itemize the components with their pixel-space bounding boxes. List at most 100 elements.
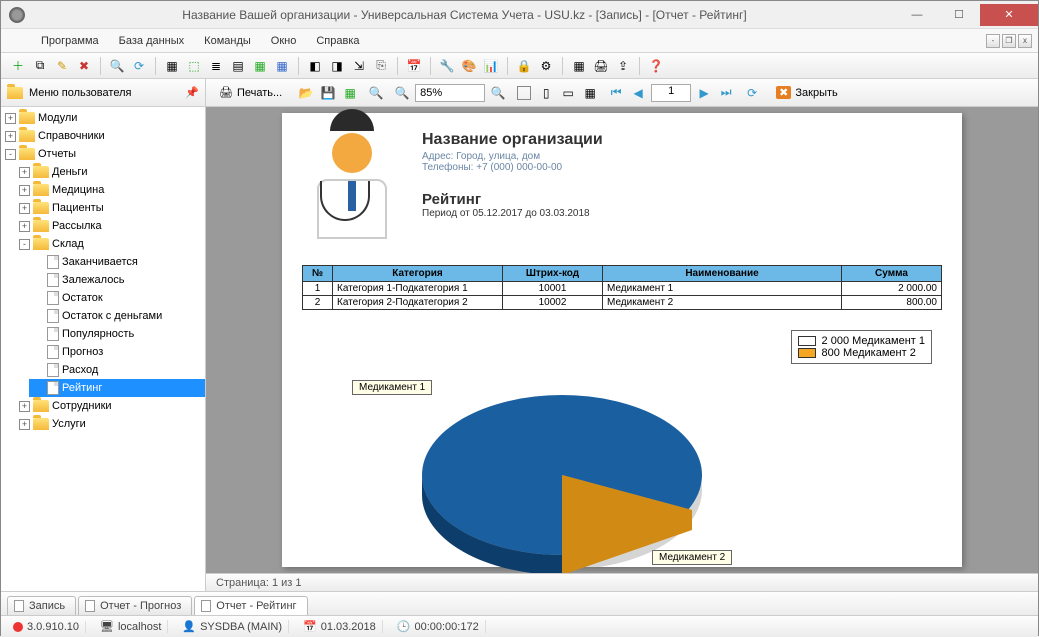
help-icon[interactable]: ❓ [647,57,665,75]
gear-icon[interactable]: ⚙ [537,57,555,75]
tree-money[interactable]: +Деньги [15,163,205,181]
zoom-in-icon[interactable]: 🔍 [393,84,411,102]
last-page-icon[interactable]: ⏭ [717,84,735,102]
table-header-row: № Категория Штрих-код Наименование Сумма [303,266,942,282]
find-icon[interactable]: 🔍 [367,84,385,102]
next-page-icon[interactable]: ▶ [695,84,713,102]
org-phones: Телефоны: +7 (000) 000-00-00 [422,162,603,173]
menu-commands[interactable]: Команды [194,31,261,51]
layout4-icon[interactable]: ▦ [581,84,599,102]
menu-help[interactable]: Справка [306,31,369,51]
tree-employees[interactable]: +Сотрудники [15,397,205,415]
export-icon[interactable]: ⇪ [614,57,632,75]
lock-icon[interactable]: 🔒 [515,57,533,75]
mdi-minimize-icon[interactable]: - [986,34,1000,48]
tool4-icon[interactable]: ▤ [229,57,247,75]
title-bar: Название Вашей организации - Универсальн… [1,1,1038,29]
tool7-icon[interactable]: ⇲ [350,57,368,75]
tool6-icon[interactable]: ◨ [328,57,346,75]
tree-medicine[interactable]: +Медицина [15,181,205,199]
tree-directories[interactable]: +Справочники [1,127,205,145]
col-barcode: Штрих-код [503,266,603,282]
tree-modules[interactable]: +Модули [1,109,205,127]
tree-rating[interactable]: Рейтинг [29,379,205,397]
tree-expense[interactable]: Расход [29,361,205,379]
tree-stale[interactable]: Залежалось [29,271,205,289]
status-user: 👤SYSDBA (MAIN) [176,620,289,633]
tree-services[interactable]: +Услуги [15,415,205,433]
export-word-icon[interactable]: ▦ [273,57,291,75]
layout2-icon[interactable]: ▯ [537,84,555,102]
close-report-button[interactable]: ✖Закрыть [769,83,845,102]
tool5-icon[interactable]: ◧ [306,57,324,75]
tree-warehouse[interactable]: -Склад [15,235,205,253]
zoom-out-icon[interactable]: 🔍 [489,84,507,102]
chart-legend: 2 000 Медикамент 1 800 Медикамент 2 [791,330,932,364]
maximize-button[interactable]: ☐ [938,4,980,26]
tree-remainder-money[interactable]: Остаток с деньгами [29,307,205,325]
delete-icon[interactable]: ✖ [75,57,93,75]
layout1-icon[interactable] [515,84,533,102]
tool1-icon[interactable]: ▦ [163,57,181,75]
app-icon [9,7,25,23]
tab-forecast[interactable]: Отчет - Прогноз [78,596,192,615]
chart-icon[interactable]: 📊 [482,57,500,75]
zoom-field[interactable]: 85% [415,84,485,102]
user-icon: 👤 [182,620,196,633]
grid-icon[interactable]: ▦ [570,57,588,75]
pin-icon[interactable]: 📌 [185,86,199,99]
tree-patients[interactable]: +Пациенты [15,199,205,217]
menu-database[interactable]: База данных [109,31,195,51]
open-icon[interactable]: 📂 [297,84,315,102]
palette-icon[interactable]: 🎨 [460,57,478,75]
nav-tree: +Модули +Справочники -Отчеты +Деньги +Ме… [1,107,205,591]
search-icon[interactable]: 🔍 [108,57,126,75]
calendar-icon[interactable]: 📅 [405,57,423,75]
tree-mailing[interactable]: +Рассылка [15,217,205,235]
close-button[interactable]: ✕ [980,4,1038,26]
export-xls-icon[interactable]: ▦ [341,84,359,102]
copy-icon[interactable]: ⧉ [31,57,49,75]
minimize-button[interactable]: — [896,4,938,26]
table-row: 1 Категория 1-Подкатегория 1 10001 Медик… [303,282,942,296]
save-icon[interactable]: 💾 [319,84,337,102]
settings-icon[interactable]: 🔧 [438,57,456,75]
refresh-icon[interactable]: ⟳ [130,57,148,75]
tool8-icon[interactable]: ⎘ [372,57,390,75]
window-title: Название Вашей организации - Универсальн… [33,8,896,22]
first-page-icon[interactable]: ⏮ [607,84,625,102]
refresh-report-icon[interactable]: ⟳ [743,84,761,102]
col-no: № [303,266,333,282]
pie-svg [412,370,712,573]
print-icon[interactable]: 🖨 [592,57,610,75]
legend-swatch [798,336,816,346]
status-dot-icon [13,622,23,632]
mdi-restore-icon[interactable]: ❐ [1002,34,1016,48]
tree-reports[interactable]: -Отчеты [1,145,205,163]
tab-rating[interactable]: Отчет - Рейтинг [194,596,307,615]
col-name: Наименование [603,266,842,282]
tree-ending[interactable]: Заканчивается [29,253,205,271]
legend-swatch [798,348,816,358]
report-title: Рейтинг [422,191,603,208]
export-excel-icon[interactable]: ▦ [251,57,269,75]
layout3-icon[interactable]: ▭ [559,84,577,102]
report-page: Название организации Адрес: Город, улица… [282,113,962,567]
print-button[interactable]: 🖨Печать... [212,83,289,102]
prev-page-icon[interactable]: ◀ [629,84,647,102]
menu-window[interactable]: Окно [261,31,307,51]
tree-remainder[interactable]: Остаток [29,289,205,307]
menu-program[interactable]: Программа [31,31,109,51]
mdi-close-icon[interactable]: x [1018,34,1032,48]
page-field[interactable]: 1 [651,84,691,102]
report-viewport[interactable]: Название организации Адрес: Город, улица… [206,107,1038,573]
tool3-icon[interactable]: ≣ [207,57,225,75]
edit-icon[interactable]: ✎ [53,57,71,75]
add-icon[interactable]: ＋ [9,57,27,75]
sidebar-title: Меню пользователя [29,87,131,99]
tree-popularity[interactable]: Популярность [29,325,205,343]
tool2-icon[interactable]: ⬚ [185,57,203,75]
tree-forecast[interactable]: Прогноз [29,343,205,361]
tab-record[interactable]: Запись [7,596,76,615]
report-period: Период от 05.12.2017 до 03.03.2018 [422,208,603,219]
